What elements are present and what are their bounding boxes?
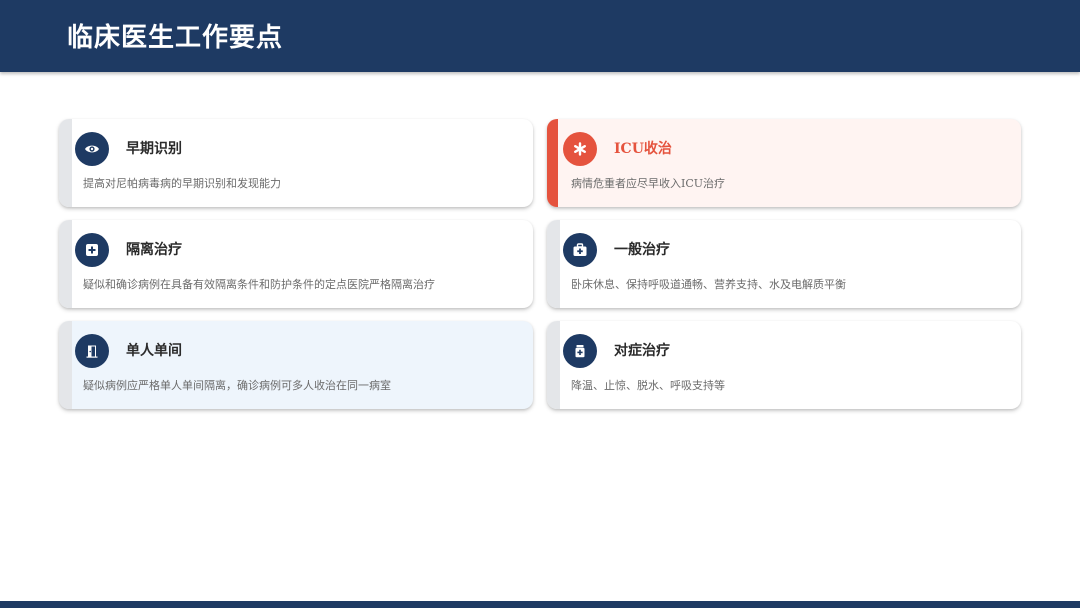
card-icu-admission: ICU收治 病情危重者应尽早收入ICU治疗 bbox=[547, 119, 1021, 207]
card-single-room: 单人单间 疑似病例应严格单人单间隔离，确诊病例可多人收治在同一病室 bbox=[59, 321, 533, 409]
card-title: 一般治疗 bbox=[614, 242, 670, 258]
card-description: 疑似和确诊病例在具备有效隔离条件和防护条件的定点医院严格隔离治疗 bbox=[83, 278, 435, 291]
slide: 临床医生工作要点 早期识别 提高对尼帕病毒病的早期识别和发现能力 ICU收治 病… bbox=[0, 0, 1080, 608]
card-accent-bar bbox=[547, 119, 558, 207]
card-accent-bar bbox=[547, 220, 560, 308]
eye-icon bbox=[75, 132, 109, 166]
card-description: 病情危重者应尽早收入ICU治疗 bbox=[571, 177, 726, 190]
card-description: 降温、止惊、脱水、呼吸支持等 bbox=[571, 379, 725, 392]
card-title: 对症治疗 bbox=[614, 343, 670, 359]
card-isolation-treatment: 隔离治疗 疑似和确诊病例在具备有效隔离条件和防护条件的定点医院严格隔离治疗 bbox=[59, 220, 533, 308]
card-accent-bar bbox=[59, 220, 72, 308]
header-bar: 临床医生工作要点 bbox=[0, 0, 1080, 72]
card-accent-bar bbox=[547, 321, 560, 409]
medicine-bottle-icon bbox=[563, 334, 597, 368]
card-title: 早期识别 bbox=[126, 141, 182, 157]
footer-bar bbox=[0, 601, 1080, 608]
card-general-treatment: 一般治疗 卧床休息、保持呼吸道通畅、营养支持、水及电解质平衡 bbox=[547, 220, 1021, 308]
card-description: 疑似病例应严格单人单间隔离，确诊病例可多人收治在同一病室 bbox=[83, 379, 391, 392]
card-early-identification: 早期识别 提高对尼帕病毒病的早期识别和发现能力 bbox=[59, 119, 533, 207]
card-description: 卧床休息、保持呼吸道通畅、营养支持、水及电解质平衡 bbox=[571, 278, 846, 291]
asterisk-icon bbox=[563, 132, 597, 166]
card-title: ICU收治 bbox=[614, 141, 672, 157]
card-title: 单人单间 bbox=[126, 343, 182, 359]
medical-plus-icon bbox=[75, 233, 109, 267]
door-icon bbox=[75, 334, 109, 368]
card-accent-bar bbox=[59, 321, 72, 409]
card-symptomatic-treatment: 对症治疗 降温、止惊、脱水、呼吸支持等 bbox=[547, 321, 1021, 409]
card-title: 隔离治疗 bbox=[126, 242, 182, 258]
card-description: 提高对尼帕病毒病的早期识别和发现能力 bbox=[83, 177, 281, 190]
first-aid-kit-icon bbox=[563, 233, 597, 267]
card-accent-bar bbox=[59, 119, 72, 207]
page-title: 临床医生工作要点 bbox=[67, 23, 284, 53]
